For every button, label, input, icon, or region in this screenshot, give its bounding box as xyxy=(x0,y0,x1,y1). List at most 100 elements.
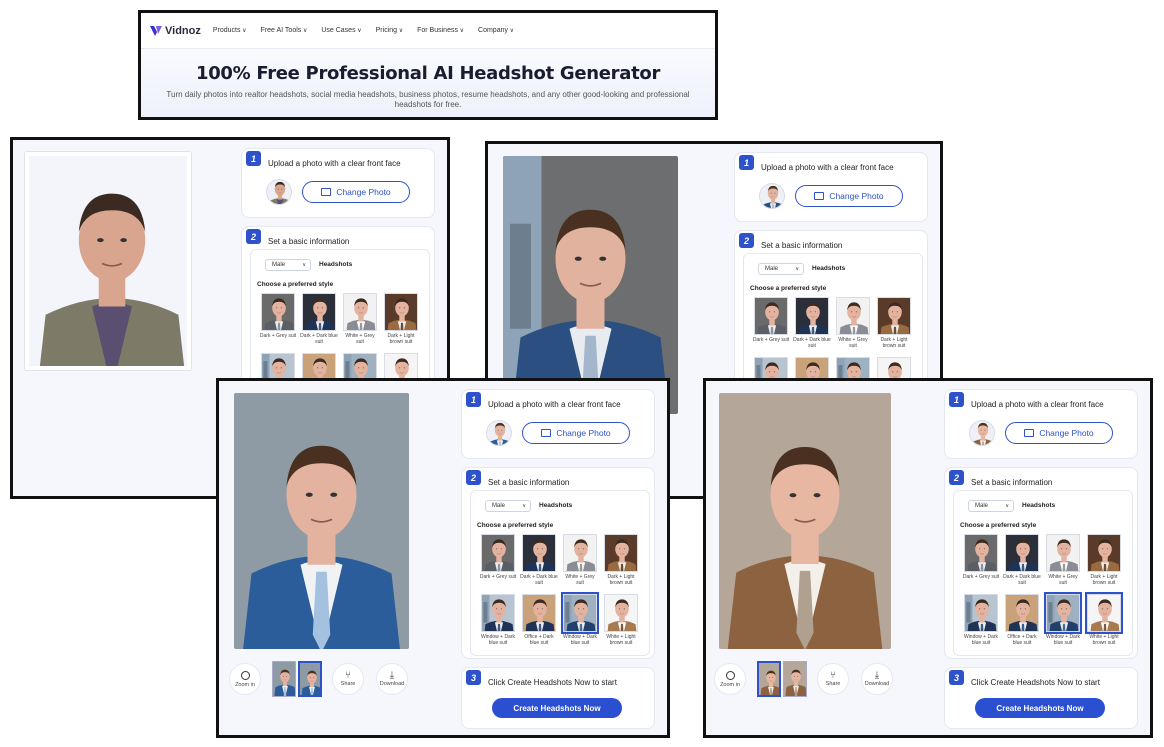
nav-for-business[interactable]: For Business xyxy=(417,27,464,34)
style-caption: Dark + Grey suit xyxy=(962,574,1000,580)
style-tile[interactable] xyxy=(561,592,599,634)
style-tile[interactable] xyxy=(1046,534,1080,572)
style-caption: Window + Dark blue suit xyxy=(963,634,999,646)
zoom-in-icon xyxy=(725,670,735,680)
share-label: Share xyxy=(825,681,841,687)
nav-company[interactable]: Company xyxy=(478,27,514,34)
style-tile[interactable] xyxy=(481,594,515,632)
result-photo xyxy=(234,393,409,649)
style-caption: White + Grey suit xyxy=(565,574,595,586)
image-icon xyxy=(1024,429,1035,437)
step-1-badge: 1 xyxy=(739,155,754,170)
style-tile[interactable] xyxy=(384,293,418,331)
step-3-badge: 3 xyxy=(949,670,964,685)
style-tile[interactable] xyxy=(1005,594,1039,632)
style-tile[interactable] xyxy=(522,594,556,632)
step-1-badge: 1 xyxy=(246,151,261,166)
create-headshots-button[interactable]: Create Headshots Now xyxy=(975,698,1105,718)
style-tile[interactable] xyxy=(261,293,295,331)
upload-panel: 1 Upload a photo with a clear front face C… xyxy=(734,152,928,222)
zoom-in-button[interactable]: Zoom in xyxy=(714,663,746,695)
change-photo-button[interactable]: Change Photo xyxy=(302,181,410,203)
uploaded-avatar xyxy=(969,420,995,446)
nav-pricing[interactable]: Pricing xyxy=(376,27,403,34)
nav-products[interactable]: Products xyxy=(213,27,247,34)
style-label: Choose a preferred style xyxy=(257,281,334,288)
zoom-in-button[interactable]: Zoom in xyxy=(229,663,261,695)
upload-title: Upload a photo with a clear front face xyxy=(268,159,401,168)
style-caption: Window + Dark blue suit xyxy=(562,634,598,646)
style-caption: Dark + Dark blue suit xyxy=(300,333,338,345)
style-tile[interactable] xyxy=(1044,592,1082,634)
gender-select[interactable]: Male xyxy=(968,500,1014,512)
vidnoz-logo-icon xyxy=(150,25,162,36)
upload-title: Upload a photo with a clear front face xyxy=(761,163,894,172)
style-tile[interactable] xyxy=(1005,534,1039,572)
style-tile[interactable] xyxy=(964,594,998,632)
step-1-badge: 1 xyxy=(466,392,481,407)
result-thumbnail[interactable] xyxy=(272,661,296,697)
result-photo xyxy=(719,393,891,649)
result-thumbnail[interactable] xyxy=(783,661,807,697)
share-icon: ⑂ xyxy=(345,670,351,681)
nav-free-ai-tools[interactable]: Free AI Tools xyxy=(261,27,308,34)
download-icon: ⤓ xyxy=(389,670,395,681)
style-tile[interactable] xyxy=(795,297,829,335)
style-caption: Dark + Light brown suit xyxy=(607,574,635,586)
create-panel: 3 Click Create Headshots Now to start Crea… xyxy=(461,667,655,729)
gender-select[interactable]: Male xyxy=(485,500,531,512)
style-tile[interactable] xyxy=(522,534,556,572)
gender-select[interactable]: Male xyxy=(758,263,804,275)
change-photo-label: Change Photo xyxy=(1039,428,1094,438)
style-tile[interactable] xyxy=(563,534,597,572)
uploaded-avatar xyxy=(759,183,785,209)
style-tile[interactable] xyxy=(1087,534,1121,572)
brand-logo[interactable]: Vidnoz xyxy=(149,25,201,37)
style-tile[interactable] xyxy=(343,293,377,331)
result-thumbnail[interactable] xyxy=(757,661,781,697)
share-button[interactable]: ⑂ Share xyxy=(817,663,849,695)
style-tile[interactable] xyxy=(836,297,870,335)
style-caption: Office + Dark blue suit xyxy=(1007,634,1037,646)
change-photo-button[interactable]: Change Photo xyxy=(522,422,630,444)
style-caption: Dark + Dark blue suit xyxy=(793,337,831,349)
style-tile[interactable] xyxy=(1085,592,1123,634)
zoom-in-label: Zoom in xyxy=(235,681,255,688)
style-caption: Dark + Light brown suit xyxy=(1090,574,1118,586)
nav-use-cases[interactable]: Use Cases xyxy=(321,27,361,34)
style-caption: Dark + Dark blue suit xyxy=(520,574,558,586)
page-subtitle: Turn daily photos into realtor headshots… xyxy=(166,90,690,109)
style-tile[interactable] xyxy=(964,534,998,572)
share-button[interactable]: ⑂ Share xyxy=(332,663,364,695)
style-tile[interactable] xyxy=(481,534,515,572)
step-3-badge: 3 xyxy=(466,670,481,685)
style-tile[interactable] xyxy=(604,534,638,572)
image-icon xyxy=(321,188,332,196)
create-headshots-button[interactable]: Create Headshots Now xyxy=(492,698,622,718)
download-icon: ⤓ xyxy=(874,670,880,681)
editor-screenshot-result-blue: 1 Upload a photo with a clear front face C… xyxy=(216,378,670,738)
style-tile[interactable] xyxy=(877,297,911,335)
style-caption: Dark + Grey suit xyxy=(479,574,517,580)
style-tile[interactable] xyxy=(604,594,638,632)
change-photo-button[interactable]: Change Photo xyxy=(795,185,903,207)
change-photo-button[interactable]: Change Photo xyxy=(1005,422,1113,444)
style-caption: Window + Dark blue suit xyxy=(480,634,516,646)
result-photo xyxy=(503,156,678,414)
style-label: Choose a preferred style xyxy=(750,285,827,292)
upload-panel: 1 Upload a photo with a clear front face C… xyxy=(944,389,1138,459)
download-button[interactable]: ⤓ Download xyxy=(376,663,408,695)
style-tile[interactable] xyxy=(754,297,788,335)
change-photo-label: Change Photo xyxy=(556,428,611,438)
style-tile[interactable] xyxy=(302,293,336,331)
headshots-label: Headshots xyxy=(1022,502,1056,509)
gender-select[interactable]: Male xyxy=(265,259,311,271)
style-caption: Dark + Grey suit xyxy=(259,333,297,339)
result-thumbnail[interactable] xyxy=(298,661,322,697)
download-button[interactable]: ⤓ Download xyxy=(861,663,893,695)
step-2-badge: 2 xyxy=(246,229,261,244)
zoom-in-label: Zoom in xyxy=(720,681,740,688)
brand-name: Vidnoz xyxy=(165,24,201,37)
step-2-badge: 2 xyxy=(466,470,481,485)
image-icon xyxy=(541,429,552,437)
